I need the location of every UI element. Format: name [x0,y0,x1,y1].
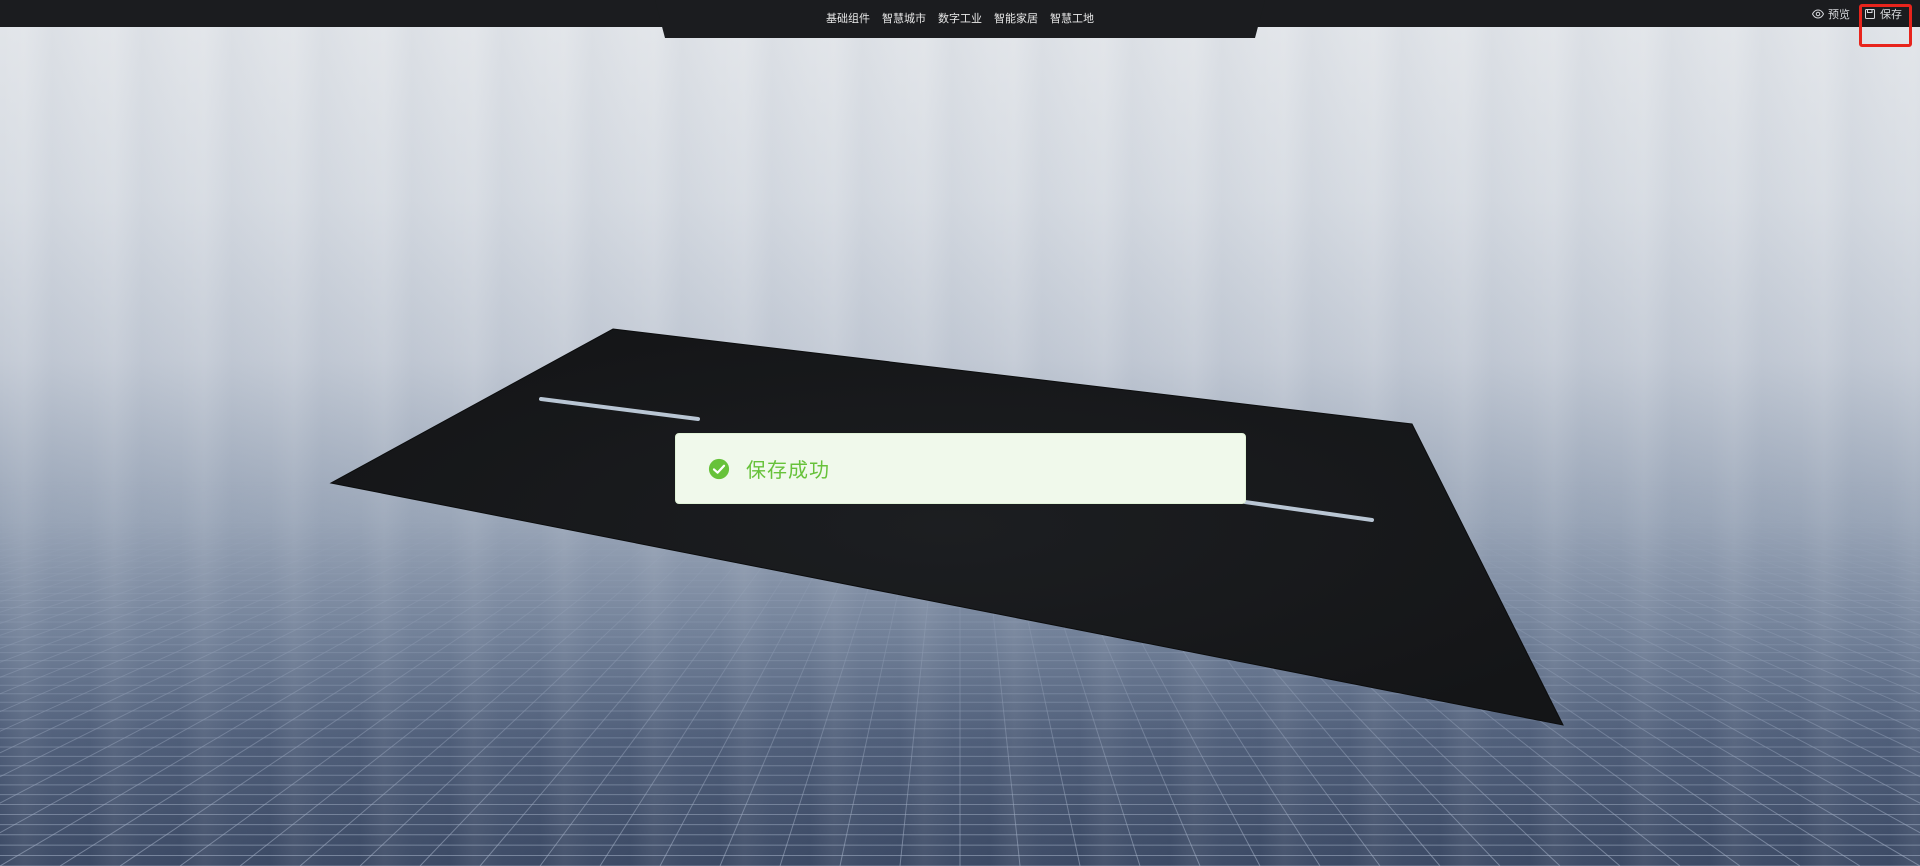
grid-line [0,469,385,584]
grid-line [0,469,637,804]
grid-line [1859,469,1920,482]
grid-line [1643,469,1920,539]
road-plane[interactable] [329,328,1564,726]
nav-item-digital-industry[interactable]: 数字工业 [938,13,982,24]
toast-message: 保存成功 [746,458,830,482]
grid-line [0,469,115,494]
grid-line [0,469,493,649]
grid-line [0,469,295,546]
eye-icon [1812,8,1824,19]
check-circle-icon [708,458,730,479]
grid-line [0,469,277,539]
save-highlight-box [1859,4,1912,47]
nav-item-smart-home[interactable]: 智能家居 [994,13,1038,24]
preview-button[interactable]: 预览 [1812,6,1850,22]
grid-line [1805,469,1920,494]
grid-line [0,469,619,778]
grid-line [0,469,583,732]
grid-line [1787,469,1920,498]
nav-item-smart-construction[interactable]: 智慧工地 [1050,13,1094,24]
grid-line [0,469,133,498]
preview-label: 预览 [1828,7,1850,21]
grid-line [0,469,7,472]
grid-line [0,469,61,482]
grid-line [1625,469,1920,546]
grid-line [0,469,547,695]
nav-item-smart-city[interactable]: 智慧城市 [882,13,926,24]
grid-line [1571,469,1920,567]
nav-item-basic-components[interactable]: 基础组件 [826,13,870,24]
grid-line [0,469,349,567]
success-toast: 保存成功 [675,433,1246,504]
grid-line [1535,469,1920,584]
grid-line [1913,469,1920,472]
grid-line [0,469,457,624]
grid-line [1769,469,1920,502]
grid-line [0,469,601,754]
category-nav: 基础组件 智慧城市 数字工业 智能家居 智慧工地 [655,0,1265,36]
grid-line [0,469,475,636]
grid-line [0,469,151,502]
